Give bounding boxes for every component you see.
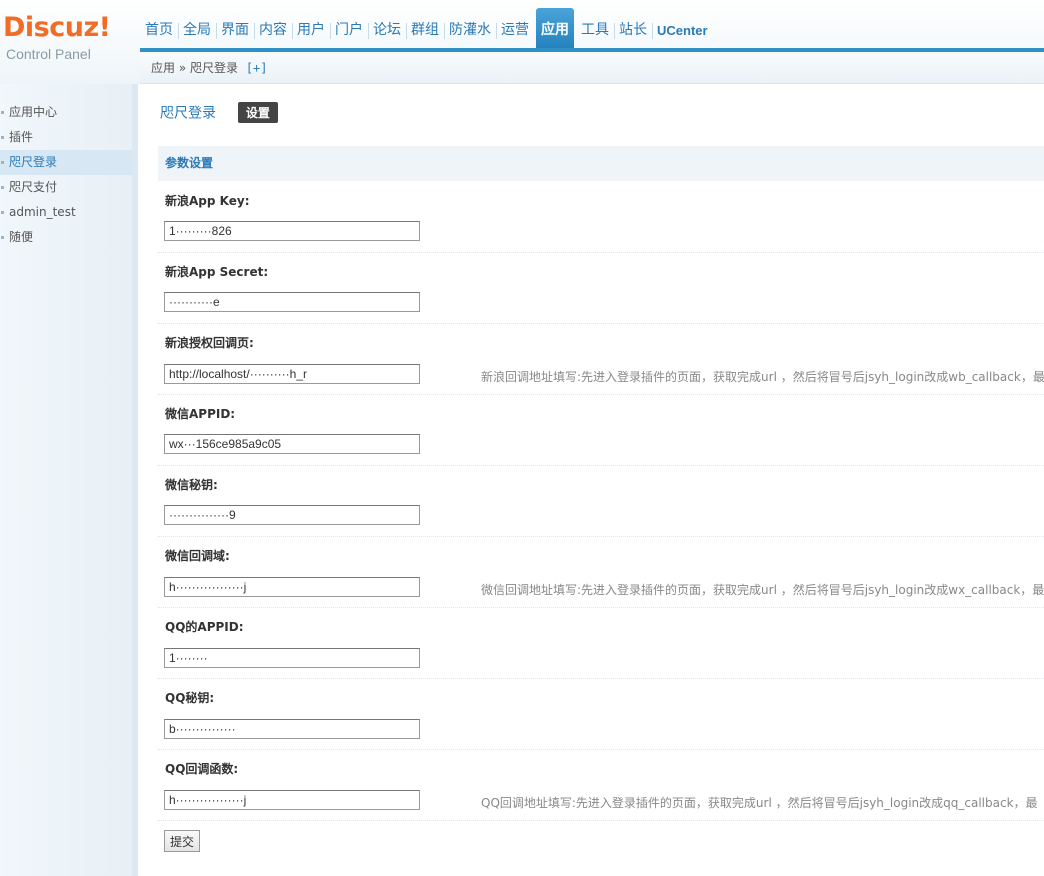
field-value: b··············· <box>169 722 236 736</box>
field-label-wechat-appid: 微信APPID: <box>165 407 236 421</box>
row-divider <box>158 607 1044 608</box>
settings-tab-button[interactable]: 设置 <box>237 102 278 123</box>
qq-secret-input[interactable]: b··············· <box>164 719 420 739</box>
qq-callback-input[interactable]: h·················j <box>164 790 420 810</box>
field-label-sina-app-secret: 新浪App Secret: <box>165 265 269 279</box>
field-value: ···········e <box>169 295 220 309</box>
nav-interface[interactable]: 界面 <box>216 18 254 44</box>
field-label-qq-secret: QQ秘钥: <box>165 691 215 705</box>
logo-brand: Discuz! <box>3 12 111 43</box>
section-header: 参数设置 <box>158 146 1044 181</box>
logo-subtitle: Control Panel <box>6 46 91 62</box>
row-divider <box>158 536 1044 537</box>
nav-groups[interactable]: 群组 <box>406 18 444 44</box>
sidebar-item-admin-test[interactable]: admin_test <box>0 200 132 225</box>
submit-button[interactable]: 提交 <box>164 830 201 852</box>
row-divider <box>158 678 1044 679</box>
nav-content[interactable]: 内容 <box>254 18 292 44</box>
nav-apps[interactable]: 应用 <box>536 8 574 48</box>
row-divider <box>158 749 1044 750</box>
nav-operations[interactable]: 运营 <box>496 18 534 44</box>
sidebar-item-plugins[interactable]: 插件 <box>0 125 132 150</box>
sina-callback-input[interactable]: http://localhost/··········h_r <box>164 364 420 384</box>
sina-callback-hint: 新浪回调地址填写:先进入登录插件的页面，获取完成url ，然后将冒号后jsyh_… <box>481 370 1044 384</box>
qq-appid-input[interactable]: 1········ <box>164 648 420 668</box>
field-label-sina-app-key: 新浪App Key: <box>165 194 250 208</box>
field-value: h·················j <box>169 793 247 807</box>
nav-webmaster[interactable]: 站长 <box>614 18 652 44</box>
wechat-secret-input[interactable]: ···············9 <box>164 505 420 525</box>
wechat-callback-input[interactable]: h·················j <box>164 577 420 597</box>
nav-users[interactable]: 用户 <box>292 18 330 44</box>
breadcrumb-path: 应用 » 咫尺登录 <box>151 61 238 75</box>
field-label-sina-callback: 新浪授权回调页: <box>165 336 254 350</box>
field-value: h·················j <box>169 580 247 594</box>
field-label-wechat-secret: 微信秘钥: <box>165 478 218 492</box>
nav-forum[interactable]: 论坛 <box>368 18 406 44</box>
sidebar-item-zhichi-login[interactable]: 咫尺登录 <box>0 150 132 175</box>
row-divider <box>158 323 1044 324</box>
page-title: 咫尺登录 <box>160 105 216 122</box>
field-value: http://localhost/··········h_r <box>169 367 308 381</box>
row-divider <box>158 252 1044 253</box>
qq-callback-hint: QQ回调地址填写:先进入登录插件的页面，获取完成url ，然后将冒号后jsyh_… <box>481 796 1038 810</box>
field-value: 1········ <box>169 651 208 665</box>
wechat-appid-input[interactable]: wx···156ce985a9c05 <box>164 434 420 454</box>
row-divider <box>158 394 1044 395</box>
nav-portal[interactable]: 门户 <box>330 18 368 44</box>
top-nav: 首页 全局 界面 内容 用户 门户 论坛 群组 防灌水 运营 应用 工具 站长 … <box>140 8 1044 52</box>
nav-home[interactable]: 首页 <box>140 18 178 44</box>
breadcrumb: 应用 » 咫尺登录 [+] <box>140 52 1044 84</box>
sidebar-item-zhichi-pay[interactable]: 咫尺支付 <box>0 175 132 200</box>
sina-app-key-input[interactable]: 1·········826 <box>164 221 420 241</box>
nav-ucenter[interactable]: UCenter <box>652 18 713 44</box>
field-value: wx···156ce985a9c05 <box>169 437 282 451</box>
sidebar: 应用中心 插件 咫尺登录 咫尺支付 admin_test 随便 <box>0 84 138 876</box>
field-label-qq-callback: QQ回调函数: <box>165 762 239 776</box>
field-label-wechat-callback: 微信回调域: <box>165 549 230 563</box>
discuz-logo[interactable]: Discuz! Control Panel <box>0 6 135 76</box>
sina-app-secret-input[interactable]: ···········e <box>164 292 420 312</box>
title-bar: 咫尺登录 设置 <box>160 102 278 124</box>
sidebar-item-suibian[interactable]: 随便 <box>0 225 132 250</box>
nav-tools[interactable]: 工具 <box>576 18 614 44</box>
nav-anti-spam[interactable]: 防灌水 <box>444 18 496 44</box>
field-value: 1·········826 <box>169 224 232 238</box>
add-shortcut-link[interactable]: [+] <box>246 61 268 75</box>
wechat-callback-hint: 微信回调地址填写:先进入登录插件的页面，获取完成url ，然后将冒号后jsyh_… <box>481 583 1044 597</box>
row-divider <box>158 820 1044 821</box>
field-value: ···············9 <box>169 508 236 522</box>
nav-global[interactable]: 全局 <box>178 18 216 44</box>
main-content: 咫尺登录 设置 参数设置 新浪App Key: 1·········826 新浪… <box>150 84 1044 876</box>
field-label-qq-appid: QQ的APPID: <box>165 620 244 634</box>
sidebar-item-app-center[interactable]: 应用中心 <box>0 100 132 125</box>
row-divider <box>158 465 1044 466</box>
header: Discuz! Control Panel 首页 全局 界面 内容 用户 门户 … <box>0 0 1044 84</box>
